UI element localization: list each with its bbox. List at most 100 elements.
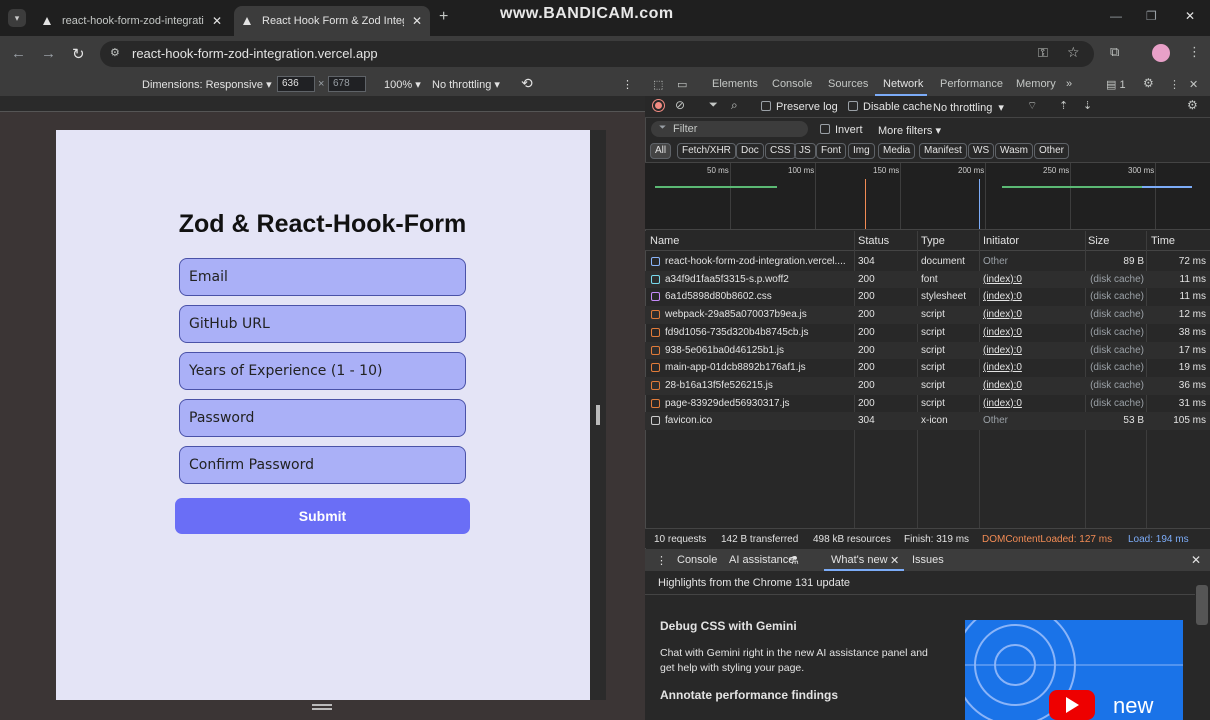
forward-icon[interactable]: → [41,45,56,62]
github-url-field[interactable]: GitHub URL [179,305,466,343]
column-size[interactable]: Size [1088,235,1109,247]
column-name[interactable]: Name [650,235,679,247]
chip-fetch-xhr[interactable]: Fetch/XHR [677,143,736,159]
height-input[interactable]: 678 [328,76,366,92]
more-options-icon[interactable]: ⋮ [622,78,633,91]
bookmark-star-icon[interactable]: ☆ [1067,44,1080,61]
chip-manifest[interactable]: Manifest [919,143,967,159]
rotate-icon[interactable]: ⟲ [521,75,533,92]
confirm-password-field[interactable]: Confirm Password [179,446,466,484]
import-icon[interactable]: ⇡ [1059,99,1068,112]
cell-initiator[interactable]: (index):0 [983,362,1083,373]
request-row[interactable]: react-hook-form-zod-integration.vercel..… [645,253,1210,271]
wifi-icon[interactable]: ⌔ [1027,99,1037,113]
column-initiator[interactable]: Initiator [983,235,1019,247]
menu-icon[interactable]: ⋮ [1188,44,1201,60]
issues-counter[interactable]: ▤ 1 [1106,78,1126,91]
network-throttling-select[interactable]: No throttling ▾ [933,101,1004,114]
submit-button[interactable]: Submit [175,498,470,534]
chip-media[interactable]: Media [878,143,916,159]
request-row[interactable]: fd9d1056-735d320b4b8745cb.js 200 script (in… [645,324,1210,342]
network-settings-icon[interactable]: ⚙ [1187,98,1198,112]
more-tabs-icon[interactable]: » [1066,78,1072,90]
profile-avatar[interactable] [1152,44,1170,62]
tab-network[interactable]: Network [883,78,923,90]
close-icon[interactable]: ✕ [412,14,422,28]
site-info-icon[interactable]: ⚙ [110,46,120,59]
chip-css[interactable]: CSS [765,143,796,159]
cell-name[interactable]: 28-b16a13f5fe526215.js [665,380,855,391]
cell-name[interactable]: favicon.ico [665,415,855,426]
email-field[interactable]: Email [179,258,466,296]
chip-other[interactable]: Other [1034,143,1070,159]
close-window-icon[interactable]: ✕ [1185,9,1195,23]
drawer-scrollbar[interactable] [1196,585,1208,625]
cell-name[interactable]: a34f9d1faa5f3315-s.p.woff2 [665,274,855,285]
drawer-tab-console[interactable]: Console [677,554,717,566]
browser-tab-2[interactable]: React Hook Form & Zod Integr ✕ [234,6,430,36]
chip-ws[interactable]: WS [968,143,995,159]
invert-checkbox[interactable] [820,124,830,134]
column-time[interactable]: Time [1151,235,1175,247]
request-row[interactable]: a34f9d1faa5f3315-s.p.woff2 200 font (index)… [645,270,1210,289]
more-filters-select[interactable]: More filters ▾ [878,124,941,137]
cell-name[interactable]: fd9d1056-735d320b4b8745cb.js [665,327,855,338]
cell-initiator[interactable]: (index):0 [983,327,1083,338]
request-row[interactable]: 938-5e061ba0d46125b1.js 200 script (index):… [645,341,1210,360]
dimensions-select[interactable]: Dimensions: Responsive ▾ [142,78,272,91]
request-row[interactable]: main-app-01dcb8892b176af1.js 200 script (in… [645,359,1210,377]
chip-img[interactable]: Img [848,143,875,159]
tab-elements[interactable]: Elements [712,78,758,90]
restore-icon[interactable]: ❐ [1146,9,1157,23]
cell-name[interactable]: page-83929ded56930317.js [665,398,855,409]
chip-wasm[interactable]: Wasm [995,143,1033,159]
cell-initiator[interactable]: (index):0 [983,309,1083,320]
request-row[interactable]: page-83929ded56930317.js 200 script (index)… [645,395,1210,413]
width-input[interactable]: 636 [277,76,315,92]
close-drawer-icon[interactable]: ✕ [1191,553,1201,567]
tab-sources[interactable]: Sources [828,78,868,90]
cell-initiator[interactable]: (index):0 [983,345,1083,356]
cell-name[interactable]: 938-5e061ba0d46125b1.js [665,345,855,356]
search-icon[interactable]: ⌕ [731,98,738,113]
password-key-icon[interactable]: ⚿ [1038,45,1048,61]
close-icon[interactable]: ✕ [890,554,899,567]
device-toggle-icon[interactable]: ▭ [677,78,687,91]
filter-icon[interactable]: ⏷ [709,99,718,112]
throttling-select[interactable]: No throttling ▾ [432,78,500,91]
inspect-icon[interactable]: ⬚ [653,78,663,91]
reload-icon[interactable]: ↻ [72,45,85,63]
drawer-tab-ai-assistance[interactable]: AI assistance [729,554,794,566]
cell-name[interactable]: main-app-01dcb8892b176af1.js [665,362,855,373]
clear-icon[interactable]: ⊘ [675,98,685,112]
chip-font[interactable]: Font [816,143,847,159]
settings-gear-icon[interactable]: ⚙ [1143,76,1154,90]
request-row[interactable]: favicon.ico 304 x-icon Other 53 B 105 ms [645,412,1210,430]
tab-memory[interactable]: Memory [1016,78,1056,90]
cell-name[interactable]: webpack-29a85a070037b9ea.js [665,309,855,320]
url-text[interactable]: react-hook-form-zod-integration.vercel.a… [132,46,378,61]
request-row[interactable]: webpack-29a85a070037b9ea.js 200 script (ind… [645,306,1210,324]
cell-initiator[interactable]: (index):0 [983,380,1083,391]
new-tab-button[interactable]: + [439,8,448,26]
extensions-icon[interactable]: ⧉ [1110,44,1119,60]
resize-handle-bottom[interactable] [312,704,332,710]
drawer-tab-whats-new[interactable]: What's new [831,554,888,566]
minimize-icon[interactable]: — [1110,9,1122,23]
export-icon[interactable]: ⇣ [1083,99,1092,112]
debug-css-title[interactable]: Debug CSS with Gemini [660,619,797,633]
column-type[interactable]: Type [921,235,945,247]
cell-name[interactable]: 6a1d5898d80b8602.css [665,291,855,302]
chip-js[interactable]: JS [794,143,816,159]
chip-doc[interactable]: Doc [736,143,764,159]
cell-initiator[interactable]: (index):0 [983,398,1083,409]
cell-name[interactable]: react-hook-form-zod-integration.vercel..… [665,256,855,267]
annotate-title[interactable]: Annotate performance findings [660,688,838,702]
tab-console[interactable]: Console [772,78,812,90]
tab-search-button[interactable]: ▾ [8,9,26,27]
disable-cache-checkbox[interactable] [848,101,858,111]
request-row[interactable]: 28-b16a13f5fe526215.js 200 script (index):0… [645,376,1210,395]
column-status[interactable]: Status [858,235,889,247]
record-icon[interactable] [652,99,665,112]
drawer-menu-icon[interactable]: ⋮ [656,554,667,567]
